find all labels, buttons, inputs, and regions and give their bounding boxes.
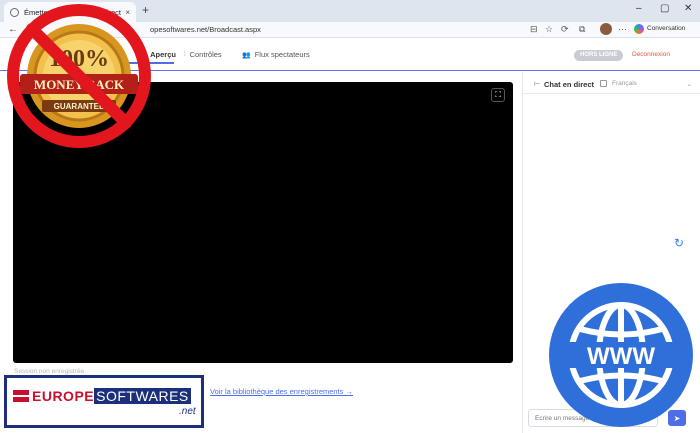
close-window-icon[interactable]: ✕ — [684, 3, 692, 14]
browser-sidebar-icon[interactable]: ↻ — [674, 236, 684, 250]
extensions-icon[interactable]: ⧉ — [579, 24, 585, 35]
minimize-icon[interactable]: – — [636, 3, 642, 14]
badge-guarantee: GUARANTEE — [54, 102, 105, 111]
users-icon: 👥 — [242, 51, 251, 59]
language-select[interactable]: Français ⌄ — [612, 80, 692, 88]
sliders-icon: ⦙ — [184, 50, 186, 58]
more-menu-icon[interactable]: ⋯ — [618, 24, 627, 35]
fullscreen-icon: ⛶ — [495, 90, 501, 99]
url-field[interactable]: opesoftwares.net/Broadcast.aspx — [150, 24, 520, 36]
tab-flux-spectateurs[interactable]: 👥 Flux spectateurs — [242, 50, 310, 59]
status-badge: HORS LIGNE — [574, 50, 624, 61]
logout-link[interactable]: Déconnexion — [632, 51, 670, 58]
conversation-label[interactable]: Conversation — [647, 25, 685, 32]
tab-label: Contrôles — [189, 50, 222, 59]
divider — [523, 93, 700, 94]
flag-icon — [13, 390, 29, 402]
fullscreen-button[interactable]: ⛶ — [491, 88, 505, 102]
reader-icon[interactable]: ⊟ — [530, 24, 538, 35]
tab-label: Flux spectateurs — [254, 50, 310, 59]
favorite-star-icon[interactable]: ☆ — [545, 24, 553, 35]
brand-europe: EUROPE — [32, 388, 95, 404]
refresh-icon[interactable]: ⟳ — [561, 24, 569, 35]
session-note: Session non enregistrée — [14, 368, 85, 375]
chevron-down-icon: ⌄ — [686, 81, 692, 88]
tab-controles[interactable]: ⦙ Contrôles — [184, 50, 222, 59]
recordings-library-link[interactable]: Voir la bibliothèque des enregistrements… — [210, 387, 353, 396]
copilot-icon[interactable] — [634, 24, 644, 34]
europesoftwares-logo: EUROPE SOFTWARES .net — [4, 375, 204, 428]
maximize-icon[interactable]: ▢ — [660, 3, 669, 14]
profile-avatar[interactable] — [600, 23, 612, 35]
www-globe-graphic: WWW — [549, 283, 693, 427]
chat-title: Chat en direct — [544, 80, 595, 89]
www-label: WWW — [587, 343, 655, 370]
brand-net: .net — [179, 406, 196, 417]
money-back-prohibited-graphic: 100% MONEY BACK GUARANTEE — [7, 4, 151, 148]
language-value: Français — [612, 80, 637, 87]
collapse-chat-icon[interactable]: ⊢ — [534, 80, 540, 88]
translate-checkbox[interactable] — [600, 80, 607, 87]
brand-softwares: SOFTWARES — [94, 388, 191, 404]
